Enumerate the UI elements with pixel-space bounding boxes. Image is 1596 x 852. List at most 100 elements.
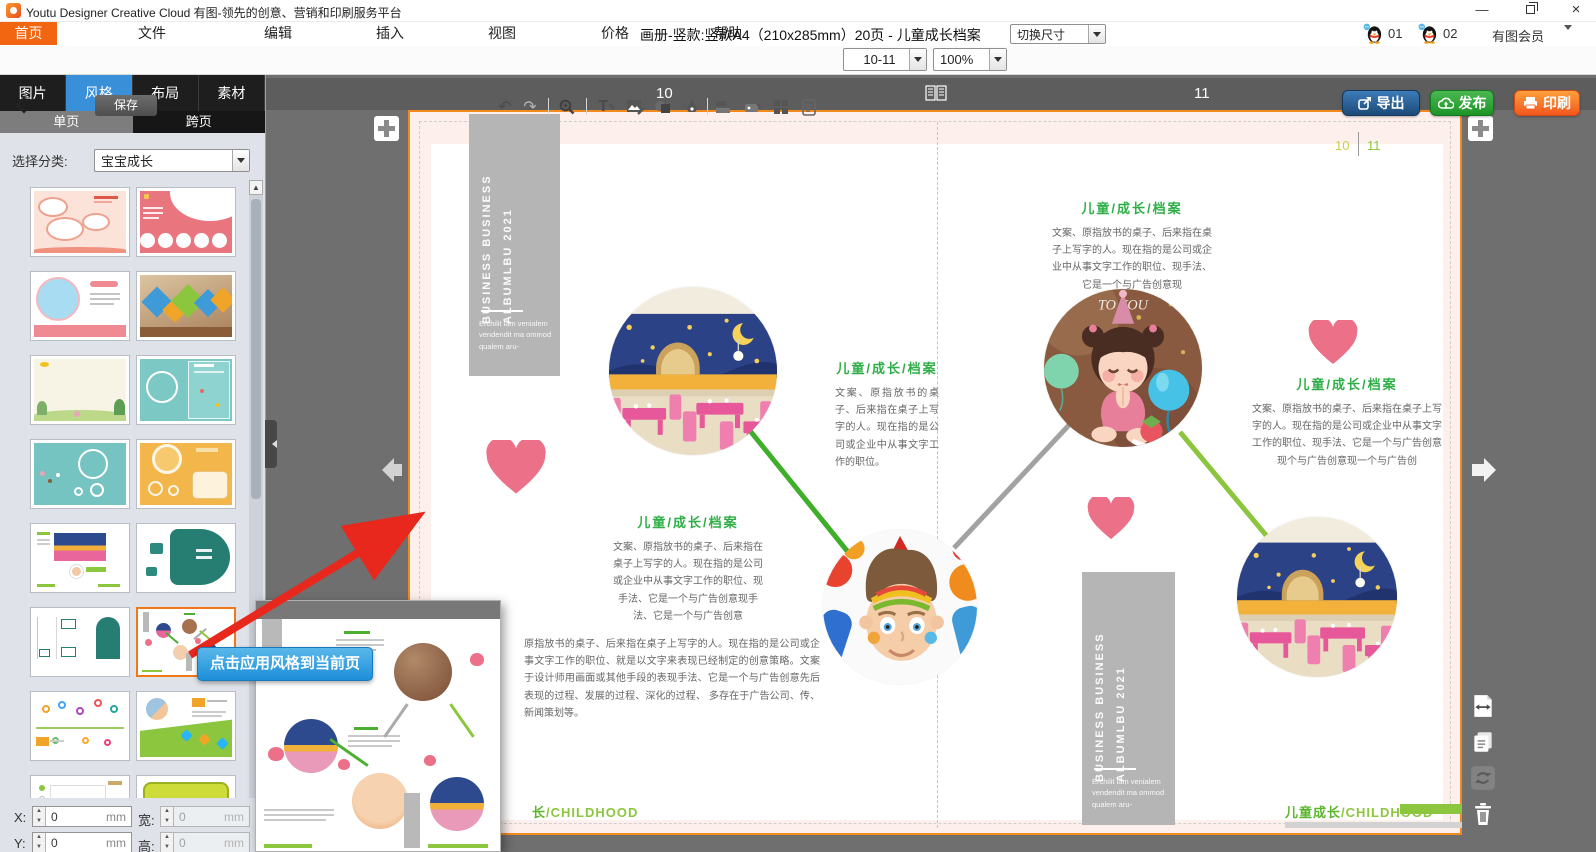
delete-page-right-icon[interactable] <box>1470 801 1496 827</box>
height-stepper[interactable]: ▲▼ <box>161 833 174 852</box>
y-stepper[interactable]: ▲▼ <box>33 833 46 852</box>
heart-icon[interactable] <box>1087 497 1135 541</box>
width-input[interactable]: ▲▼ 0 mm <box>160 806 250 827</box>
mini-photo-boy <box>352 773 408 829</box>
style-thumbnail-happy-childhood-clouds[interactable] <box>30 187 130 257</box>
business-banner-right[interactable]: BUSINESS BUSINESS ALBUMLBU 2021 Erchilit… <box>1082 572 1175 825</box>
thumbnail-decoration <box>39 649 50 657</box>
close-button[interactable]: × <box>1562 0 1590 20</box>
text-block-left-center[interactable]: 儿童/成长/档案 文案、原指放书的桌子、后来指在桌子上写字的人。现在指的是公司或… <box>612 512 764 625</box>
style-thumbnail-pink-scallop-circles[interactable] <box>136 187 236 257</box>
print-button[interactable]: 印刷 <box>1514 90 1580 116</box>
zoom-level-dropdown[interactable]: 100% <box>933 48 1007 71</box>
app-logo-icon <box>6 3 21 18</box>
zoom-tool-icon[interactable] <box>556 96 578 118</box>
width-stepper[interactable]: ▲▼ <box>161 807 174 826</box>
thumbnail-decoration <box>143 612 149 632</box>
style-thumbnail-books-diamonds[interactable] <box>136 271 236 341</box>
heart-icon[interactable] <box>1308 320 1358 366</box>
redo-icon[interactable]: ↷ <box>519 96 541 118</box>
tab-material[interactable]: 素材 <box>199 75 265 111</box>
tab-pictures[interactable]: 图片 <box>0 75 66 111</box>
save-button[interactable]: 保存 <box>95 95 157 116</box>
text-block-left-mid[interactable]: 儿童/成长/档案 文案、原指放书的桌子、后来指在桌子上写字的人。现在指的是公司或… <box>835 358 939 471</box>
text-block-left-bottom[interactable]: 原指放书的桌子、后来指在桌子上写字的人。现在指的是公司或企事文字工作的职位、就是… <box>524 636 820 722</box>
grid-view-icon[interactable] <box>770 96 792 118</box>
pen-tool-icon[interactable] <box>681 96 703 118</box>
fit-page-icon[interactable] <box>1470 693 1496 719</box>
thumbnail-preview <box>140 443 232 505</box>
copy-page-icon[interactable] <box>1470 729 1496 755</box>
style-thumbnail-teal-bubble-rings[interactable] <box>30 439 130 509</box>
style-thumbnail-teal-chapter-numbers[interactable] <box>30 607 130 677</box>
thumbnail-decoration <box>37 584 55 587</box>
sidebar-scrollbar-thumb[interactable] <box>251 199 261 499</box>
x-stepper[interactable]: ▲▼ <box>33 807 46 826</box>
crop-tag-tool-icon[interactable] <box>742 96 764 118</box>
next-spread-arrow[interactable] <box>1470 458 1496 482</box>
style-thumbnail-yellow-rings-card[interactable] <box>136 439 236 509</box>
undo-icon[interactable]: ↶ <box>494 96 516 118</box>
menu-item-file[interactable]: 文件 <box>132 22 172 45</box>
menu-item-edit[interactable]: 编辑 <box>258 22 298 45</box>
scrollbar-up-icon[interactable]: ▲ <box>249 180 263 195</box>
page-doc-icon[interactable] <box>798 96 820 118</box>
size-switch-dropdown[interactable]: 切换尺寸 <box>1010 24 1106 44</box>
member-menu[interactable]: 有图会员 <box>1492 26 1544 45</box>
publish-button[interactable]: 发布 <box>1430 90 1494 116</box>
thumbnail-decoration <box>207 700 227 702</box>
thumbnail-decoration <box>78 449 108 479</box>
add-page-left-button[interactable] <box>374 116 399 141</box>
photo-classroom-left[interactable] <box>609 287 777 455</box>
qq-avatar-icon[interactable] <box>1363 23 1384 44</box>
style-thumbnail-teal-growth-record[interactable] <box>136 523 236 593</box>
style-thumbnail-teal-party-time[interactable] <box>136 355 236 425</box>
spread-view-icon[interactable] <box>925 85 947 101</box>
height-input[interactable]: ▲▼ 0 mm <box>160 832 250 852</box>
swap-page-icon[interactable] <box>1470 765 1496 791</box>
style-thumbnail-timeline-milestones[interactable] <box>30 691 130 761</box>
text-tool-icon[interactable]: T✎ <box>596 96 618 118</box>
photo-painted-boy[interactable] <box>823 530 977 684</box>
menu-item-home[interactable]: 首页 <box>0 22 57 45</box>
export-button[interactable]: 导出 <box>1342 90 1420 116</box>
style-thumbnail-green-classroom[interactable] <box>30 523 130 593</box>
thumbnail-decoration <box>216 403 220 407</box>
style-thumbnail-green-growth-steps[interactable] <box>136 691 236 761</box>
restore-button[interactable] <box>1516 0 1544 20</box>
shape-tool-icon[interactable] <box>652 96 674 118</box>
align-tool-icon[interactable] <box>712 96 734 118</box>
text-block-right-side[interactable]: 儿童/成长/档案 文案、原指放书的桌子、后来指在桌子上写字的人。现在指的是公司或… <box>1252 374 1442 470</box>
thumbnail-decoration <box>40 471 45 476</box>
menu-item-price[interactable]: 价格 <box>595 22 635 45</box>
prev-spread-arrow[interactable] <box>376 458 402 482</box>
thumbnail-decoration <box>192 711 226 713</box>
thumbnail-decoration <box>143 217 159 219</box>
style-thumbnail-my-baby-blue[interactable] <box>30 271 130 341</box>
thumbnail-preview <box>34 443 126 505</box>
menu-item-view[interactable]: 视图 <box>482 22 522 45</box>
page-range-dropdown[interactable]: 10-11 <box>843 48 927 71</box>
image-tool-icon[interactable] <box>624 96 646 118</box>
apply-style-tooltip: 点击应用风格到当前页 <box>197 647 373 681</box>
heart-icon[interactable] <box>485 440 547 496</box>
qq-avatar-icon[interactable] <box>1418 23 1439 44</box>
thumbnail-decoration <box>56 617 57 659</box>
thumbnail-decoration <box>82 213 110 231</box>
x-input[interactable]: ▲▼ 0 mm <box>32 806 132 827</box>
category-dropdown[interactable]: 宝宝成长 <box>94 149 250 172</box>
add-page-right-button[interactable] <box>1468 116 1493 141</box>
sidebar-collapse-handle[interactable] <box>265 420 277 468</box>
thumbnail-decoration <box>200 389 204 393</box>
y-input[interactable]: ▲▼ 0 mm <box>32 832 132 852</box>
thumbnail-decoration <box>86 567 106 572</box>
text-block-right-top[interactable]: 儿童/成长/档案 文案、原指放书的桌子、后来指在桌子上写字的人。现在指的是公司或… <box>1052 198 1212 294</box>
style-thumbnail-garden-meadow[interactable] <box>30 355 130 425</box>
album-spread[interactable]: 10 11 BUSINESS BUSINESS ALBUMLBU 2021 Er… <box>408 110 1462 835</box>
photo-classroom-right[interactable] <box>1237 517 1397 677</box>
business-banner-left[interactable]: BUSINESS BUSINESS ALBUMLBU 2021 Erchilit… <box>469 114 560 376</box>
photo-praying-girl[interactable] <box>1044 289 1202 447</box>
menu-item-insert[interactable]: 插入 <box>370 22 410 45</box>
minimize-button[interactable]: — <box>1468 0 1496 20</box>
thumbnail-decoration <box>184 613 195 615</box>
